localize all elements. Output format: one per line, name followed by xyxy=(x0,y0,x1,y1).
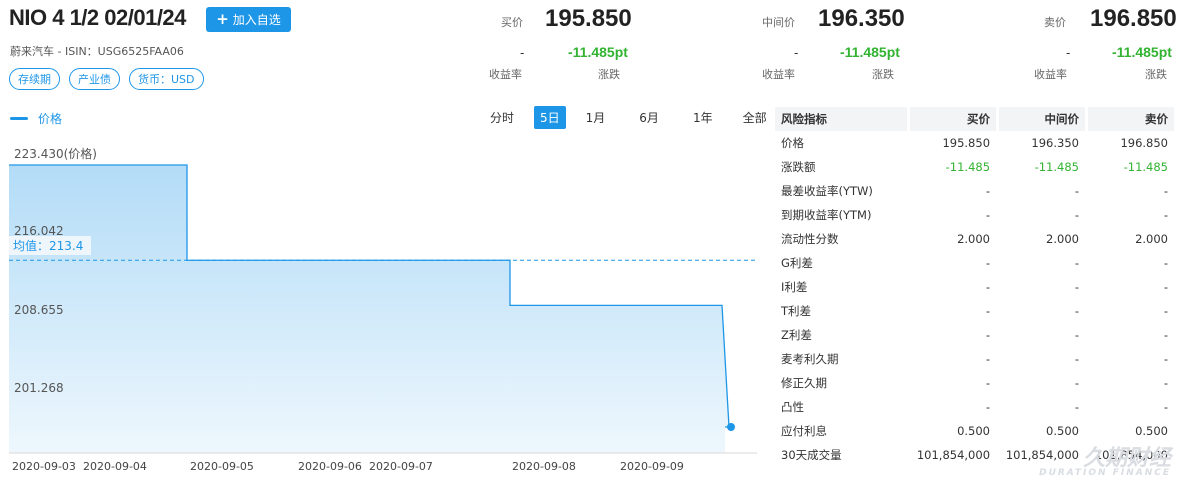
table-cell-value: - xyxy=(985,328,991,342)
x-tick-label: 2020-09-08 xyxy=(512,460,576,473)
mid-change: -11.485pt xyxy=(840,44,900,60)
table-cell-metric: 流动性分数 xyxy=(781,232,839,246)
table-row: 涨跌额 -11.485 -11.485 -11.485 xyxy=(775,155,1174,179)
table-cell-value: - xyxy=(985,376,991,390)
y-tick-label: 201.268 xyxy=(14,381,64,395)
table-cell-value: - xyxy=(1163,400,1168,414)
x-tick-label: 2020-09-05 xyxy=(190,460,254,473)
table-cell-value: -11.485 xyxy=(1034,160,1079,174)
table-cell-value: 196.350 xyxy=(1031,136,1079,150)
table-cell-value: - xyxy=(985,352,991,366)
col-header-mid: 中间价 xyxy=(999,107,1085,131)
table-cell-metric: 应付利息 xyxy=(781,424,827,438)
table-cell-value: 2.000 xyxy=(957,232,991,246)
col-header-metric: 风险指标 xyxy=(775,107,908,131)
table-cell-value: - xyxy=(1163,376,1168,390)
table-cell-value: - xyxy=(1163,184,1168,198)
table-cell-value: - xyxy=(1163,256,1168,270)
duration-finance-logo: 久期财经 DURATION FINANCE xyxy=(1039,440,1171,478)
table-cell-value: -11.485 xyxy=(1123,160,1168,174)
table-cell-value: - xyxy=(1074,400,1079,414)
table-cell-metric: I利差 xyxy=(781,280,808,294)
ask-change-label: 涨跌 xyxy=(1145,68,1167,81)
table-row: Z利差 - - - xyxy=(775,323,1174,347)
table-cell-value: 2.000 xyxy=(1135,232,1168,246)
x-tick-label: 2020-09-04 xyxy=(83,460,147,473)
table-cell-value: 196.850 xyxy=(1120,136,1168,150)
table-cell-value: - xyxy=(1074,280,1079,294)
ask-change: -11.485pt xyxy=(1112,44,1172,60)
table-row: 价格 195.850 196.350 196.850 xyxy=(775,131,1174,155)
y-tick-label: 208.655 xyxy=(14,303,64,317)
x-tick-label: 2020-09-06 xyxy=(298,460,362,473)
table-cell-value: - xyxy=(1074,184,1079,198)
ask-yield: - xyxy=(1066,46,1071,60)
table-cell-value: - xyxy=(985,304,991,318)
ask-label: 卖价 xyxy=(1044,16,1066,29)
table-cell-metric: T利差 xyxy=(781,304,812,318)
table-row: 最差收益率(YTW) - - - xyxy=(775,179,1174,203)
price-area-fill xyxy=(9,165,729,453)
table-row: 流动性分数 2.000 2.000 2.000 xyxy=(775,227,1174,251)
price-chart[interactable] xyxy=(0,0,770,485)
mid-price: 196.350 xyxy=(818,5,905,32)
table-cell-value: - xyxy=(1074,376,1079,390)
table-cell-value: - xyxy=(1074,328,1079,342)
table-cell-value: - xyxy=(985,280,991,294)
table-cell-value: -11.485 xyxy=(945,160,991,174)
col-header-ask: 卖价 xyxy=(1087,107,1174,131)
mid-yield: - xyxy=(794,46,799,60)
table-cell-value: - xyxy=(1163,304,1168,318)
table-cell-metric: 到期收益率(YTM) xyxy=(781,208,872,222)
table-cell-metric: G利差 xyxy=(781,256,813,270)
table-row: G利差 - - - xyxy=(775,251,1174,275)
table-row: 修正久期 - - - xyxy=(775,371,1174,395)
mid-change-label: 涨跌 xyxy=(872,68,894,81)
risk-metrics-table: 风险指标 买价 中间价 卖价 价格 195.850 196.350 196.850 涨跌… xyxy=(772,107,1177,467)
table-cell-value: - xyxy=(1163,328,1168,342)
table-cell-value: 101,854,000 xyxy=(916,448,991,462)
table-cell-metric: 麦考利久期 xyxy=(781,352,839,366)
ask-yield-label: 收益率 xyxy=(1034,68,1067,81)
table-cell-metric: Z利差 xyxy=(781,328,812,342)
table-row: I利差 - - - xyxy=(775,275,1174,299)
table-cell-value: - xyxy=(1163,208,1168,222)
table-cell-value: 2.000 xyxy=(1046,232,1079,246)
table-cell-value: - xyxy=(985,400,991,414)
table-row: 麦考利久期 - - - xyxy=(775,347,1174,371)
y-tick-label: 223.430(价格) xyxy=(14,147,97,161)
ask-price: 196.850 xyxy=(1090,5,1177,32)
table-cell-metric: 修正久期 xyxy=(781,376,827,390)
table-cell-value: - xyxy=(1074,304,1079,318)
table-cell-metric: 凸性 xyxy=(781,400,804,414)
x-tick-label: 2020-09-03 xyxy=(12,460,76,473)
table-row: T利差 - - - xyxy=(775,299,1174,323)
table-row: 凸性 - - - xyxy=(775,395,1174,419)
x-tick-label: 2020-09-07 xyxy=(369,460,433,473)
table-cell-value: 195.850 xyxy=(942,136,991,150)
average-label: 均值：213.4 xyxy=(9,236,91,255)
table-cell-value: - xyxy=(1163,352,1168,366)
table-header-row: 风险指标 买价 中间价 卖价 xyxy=(775,107,1174,131)
table-cell-metric: 涨跌额 xyxy=(781,160,816,174)
table-cell-metric: 最差收益率(YTW) xyxy=(781,184,873,198)
watermark-en: DURATION FINANCE xyxy=(1039,468,1171,478)
table-cell-value: - xyxy=(985,256,991,270)
table-row: 到期收益率(YTM) - - - xyxy=(775,203,1174,227)
col-header-bid: 买价 xyxy=(910,107,997,131)
table-cell-value: - xyxy=(1163,280,1168,294)
x-tick-label: 2020-09-09 xyxy=(620,460,684,473)
table-cell-metric: 价格 xyxy=(781,136,804,150)
table-cell-value: - xyxy=(985,208,991,222)
table-cell-value: 0.500 xyxy=(957,424,991,438)
last-price-point[interactable] xyxy=(727,423,735,431)
table-cell-metric: 30天成交量 xyxy=(781,448,842,462)
table-cell-value: - xyxy=(985,184,991,198)
table-cell-value: - xyxy=(1074,208,1079,222)
table-cell-value: - xyxy=(1074,256,1079,270)
table-cell-value: - xyxy=(1074,352,1079,366)
